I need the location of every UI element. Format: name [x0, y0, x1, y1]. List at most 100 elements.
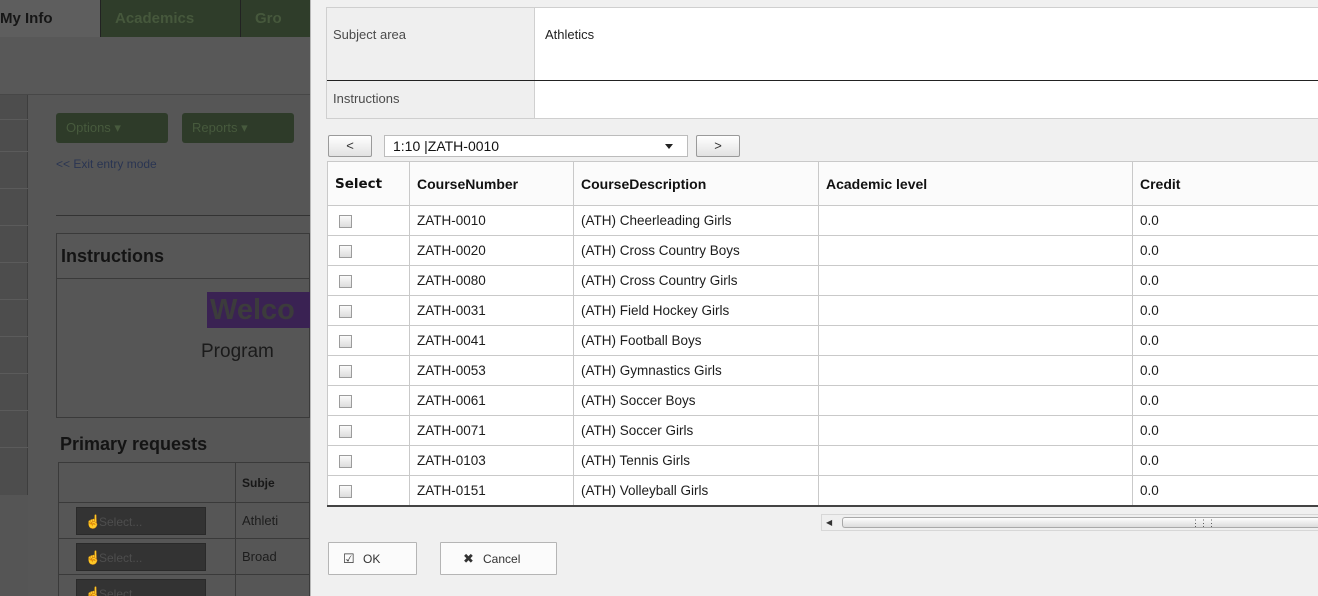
divider: [56, 215, 310, 216]
row-checkbox[interactable]: [339, 364, 352, 378]
select-cell: [327, 295, 410, 326]
table-row: ☝ Select... Broad: [59, 539, 309, 575]
column-header-course-number[interactable]: CourseNumber: [409, 161, 574, 206]
course-number-cell: ZATH-0031: [409, 295, 574, 326]
side-nav-divider: [0, 151, 28, 152]
academic-level-cell: [818, 415, 1133, 446]
course-number-cell: ZATH-0053: [409, 355, 574, 386]
select-cell: [327, 205, 410, 236]
page-select-value: 1:10 |ZATH-0010: [393, 138, 500, 154]
grip-icon: ⋮⋮⋮: [1191, 518, 1216, 528]
academic-level-cell: [818, 325, 1133, 356]
column-header-select[interactable]: Select: [327, 161, 410, 206]
cancel-button-label: Cancel: [483, 552, 521, 566]
next-page-button[interactable]: >: [696, 135, 740, 157]
table-row: ZATH-0031 (ATH) Field Hockey Girls 0.0: [327, 295, 1318, 326]
tab-groups[interactable]: Gro: [240, 0, 310, 37]
table-row: ☝ Select... Athleti: [59, 503, 309, 539]
row-checkbox[interactable]: [339, 334, 352, 348]
select-cell: [327, 325, 410, 356]
side-nav-divider: [0, 299, 28, 300]
subject-cell: [235, 575, 310, 596]
course-description-cell: (ATH) Tennis Girls: [573, 445, 819, 476]
hand-pointer-icon: ☝: [85, 586, 102, 596]
academic-level-cell: [818, 235, 1133, 266]
credit-cell: 0.0: [1132, 475, 1318, 507]
table-row: ZATH-0151 (ATH) Volleyball Girls 0.0: [327, 475, 1318, 507]
select-course-button[interactable]: ☝ Select...: [76, 507, 206, 535]
course-number-cell: ZATH-0061: [409, 385, 574, 416]
side-nav-divider: [0, 225, 28, 226]
top-tab-bar: My Info Academics Gro: [0, 0, 310, 37]
row-checkbox[interactable]: [339, 484, 352, 498]
subject-cell: Athleti: [235, 503, 310, 539]
row-checkbox[interactable]: [339, 424, 352, 438]
side-nav-divider: [0, 336, 28, 337]
table-row: ZATH-0010 (ATH) Cheerleading Girls 0.0: [327, 205, 1318, 236]
reports-menu-button[interactable]: Reports ▾: [182, 113, 294, 143]
ok-button-label: OK: [363, 552, 381, 566]
cancel-button[interactable]: ✖ Cancel: [440, 542, 557, 575]
credit-cell: 0.0: [1132, 205, 1318, 236]
course-description-cell: (ATH) Football Boys: [573, 325, 819, 356]
course-number-cell: ZATH-0071: [409, 415, 574, 446]
row-checkbox[interactable]: [339, 214, 352, 228]
ok-button[interactable]: ☑ OK: [328, 542, 417, 575]
academic-level-cell: [818, 295, 1133, 326]
sub-toolbar: [0, 37, 310, 95]
select-cell: [327, 415, 410, 446]
course-number-cell: ZATH-0020: [409, 235, 574, 266]
course-description-cell: (ATH) Gymnastics Girls: [573, 355, 819, 386]
welcome-heading: Welco: [207, 292, 310, 328]
table-row: ZATH-0061 (ATH) Soccer Boys 0.0: [327, 385, 1318, 416]
table-row: ZATH-0080 (ATH) Cross Country Girls 0.0: [327, 265, 1318, 296]
row-checkbox[interactable]: [339, 304, 352, 318]
check-square-icon: ☑: [343, 551, 355, 566]
column-header-credit[interactable]: Credit: [1132, 161, 1318, 206]
row-checkbox[interactable]: [339, 274, 352, 288]
course-number-cell: ZATH-0080: [409, 265, 574, 296]
chevron-down-icon: [665, 144, 673, 149]
academic-level-cell: [818, 445, 1133, 476]
column-header-academic-level[interactable]: Academic level: [818, 161, 1133, 206]
previous-page-button[interactable]: <: [328, 135, 372, 157]
subject-area-value: Athletics: [545, 27, 595, 42]
table-row: ☝ Select...: [59, 575, 309, 596]
table-row: ZATH-0020 (ATH) Cross Country Boys 0.0: [327, 235, 1318, 266]
side-nav-divider: [0, 447, 28, 448]
credit-cell: 0.0: [1132, 325, 1318, 356]
table-row: ZATH-0053 (ATH) Gymnastics Girls 0.0: [327, 355, 1318, 386]
select-course-button[interactable]: ☝ Select...: [76, 579, 206, 596]
horizontal-scrollbar[interactable]: ◀ ⋮⋮⋮: [821, 514, 1318, 531]
select-course-button[interactable]: ☝ Select...: [76, 543, 206, 571]
side-nav-divider: [0, 373, 28, 374]
course-description-cell: (ATH) Volleyball Girls: [573, 475, 819, 507]
tab-my-info[interactable]: My Info: [0, 0, 100, 37]
academic-level-cell: [818, 355, 1133, 386]
table-header: Subje: [59, 463, 309, 503]
row-checkbox[interactable]: [339, 394, 352, 408]
course-select-dialog: Subject area Athletics Instructions < 1:…: [310, 0, 1318, 596]
side-nav-divider: [0, 188, 28, 189]
select-button-label: Select...: [99, 515, 143, 529]
credit-cell: 0.0: [1132, 265, 1318, 296]
course-description-cell: (ATH) Cross Country Boys: [573, 235, 819, 266]
column-header-course-description[interactable]: CourseDescription: [573, 161, 819, 206]
primary-requests-heading: Primary requests: [60, 434, 208, 454]
row-checkbox[interactable]: [339, 454, 352, 468]
select-cell: [327, 265, 410, 296]
dialog-form: Subject area Athletics Instructions: [326, 7, 1318, 119]
scrollbar-thumb[interactable]: ⋮⋮⋮: [842, 517, 1318, 528]
page-select[interactable]: 1:10 |ZATH-0010: [384, 135, 688, 157]
exit-entry-mode-link[interactable]: << Exit entry mode: [56, 157, 157, 171]
primary-requests-table: Subje ☝ Select... Athleti ☝ Select... Broa…: [58, 462, 310, 596]
credit-cell: 0.0: [1132, 415, 1318, 446]
course-description-cell: (ATH) Soccer Boys: [573, 385, 819, 416]
scroll-left-arrow-icon[interactable]: ◀: [826, 515, 832, 530]
course-number-cell: ZATH-0103: [409, 445, 574, 476]
select-cell: [327, 355, 410, 386]
course-description-cell: (ATH) Cheerleading Girls: [573, 205, 819, 236]
tab-academics[interactable]: Academics: [100, 0, 240, 37]
options-menu-button[interactable]: Options ▾: [56, 113, 168, 143]
row-checkbox[interactable]: [339, 244, 352, 258]
